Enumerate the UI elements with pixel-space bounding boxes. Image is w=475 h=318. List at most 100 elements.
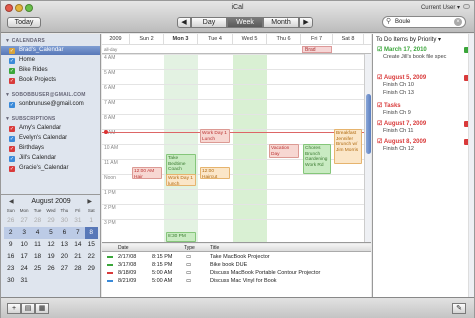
minical-day[interactable]: 27 [17,215,30,227]
minical-day[interactable]: 19 [44,251,57,263]
minical-day[interactable]: 23 [4,263,17,275]
minical-day[interactable] [44,275,57,287]
notifications-button[interactable]: ✎ [452,303,466,314]
minical-day[interactable]: 28 [71,263,84,275]
minical-day[interactable]: 27 [58,263,71,275]
calendar-item-brads[interactable]: ✓ Brad's_Calendar [1,46,100,55]
week-scrollbar[interactable] [364,54,371,242]
minical-day[interactable]: 9 [4,239,17,251]
todo-item[interactable]: Finish Ch 9 [383,110,465,117]
allday-event[interactable]: Brad Adams [302,46,332,53]
minical-day[interactable]: 30 [58,215,71,227]
day-view-button[interactable]: Day [191,17,227,28]
subscription-item-evelyn[interactable]: ✓ Evelyn's Calendar [9,134,99,143]
calendar-event[interactable]: Work Day 1 Lunch [200,129,230,143]
minical-day[interactable]: 6 [57,227,72,239]
calendar-item-book-projects[interactable]: ✓ Book Projects [9,76,99,85]
todo-sort-header[interactable]: To Do Items by Priority ▾ [376,36,441,43]
subscription-item-birthdays[interactable]: ✓ Birthdays [9,144,99,153]
minical-day[interactable]: 17 [17,251,30,263]
todo-item[interactable]: Finish Ch 11 [383,128,465,135]
minical-day[interactable]: 1 [85,215,98,227]
minical-day[interactable]: 21 [71,251,84,263]
list-row[interactable]: 2/17/08 8:15 PM ▭ Take MacBook Projector [102,253,371,261]
checkbox-icon[interactable]: ✓ [9,136,15,142]
checkbox-icon[interactable]: ✓ [9,68,15,74]
add-calendar-button[interactable]: + [7,303,21,314]
minical-day[interactable] [71,275,84,287]
subscriptions-header[interactable]: ▼ SUBSCRIPTIONS [5,116,55,122]
minical-day[interactable] [85,275,98,287]
minical-day[interactable]: 24 [17,263,30,275]
minical-day[interactable]: 11 [31,239,44,251]
show-minical-button[interactable]: ▦ [35,303,49,314]
list-row[interactable]: 3/17/08 8:15 PM ▭ Bike book DUE [102,261,371,269]
minical-day[interactable]: 31 [17,275,30,287]
calendar-item-home[interactable]: ✓ Home [9,56,99,65]
subscription-item-gracie[interactable]: ✓ Gracie's_Calendar [9,164,99,173]
checkbox-icon[interactable]: ✓ [9,156,15,162]
checkbox-icon[interactable]: ✓ [9,126,15,132]
prev-button[interactable]: ◀ [177,17,191,28]
minical-day[interactable]: 26 [44,263,57,275]
calendar-event[interactable]: Breakfast Jennifer Brunch w/ Jim Morris [334,129,362,164]
minical-day[interactable]: 30 [4,275,17,287]
todo-item[interactable]: Finish Ch 10 [383,82,465,89]
minical-day[interactable]: 10 [17,239,30,251]
todo-item[interactable]: Finish Ch 12 [383,146,465,153]
calendars-header[interactable]: ▼ CALENDARS [5,38,45,44]
checkbox-icon[interactable]: ✓ [9,58,15,64]
account-header[interactable]: ▼ SOBOBBUSER@GMAIL.COM [5,92,86,98]
calendar-event[interactable]: Vacation Day [269,144,299,158]
date-column-header[interactable]: Date [118,244,129,252]
day-header-wed[interactable]: Wed 5 [233,34,267,44]
minical-day[interactable]: 7 [71,227,85,239]
day-header-mon[interactable]: Mon 3 [164,34,198,44]
minical-day[interactable]: 16 [4,251,17,263]
subscription-item-amy[interactable]: ✓ Amy's Calendar [9,124,99,133]
calendar-event[interactable]: Chores Brunch Gardening Work Rd [303,144,331,174]
minical-day[interactable]: 3 [17,227,31,239]
minical-day[interactable]: 29 [85,263,98,275]
minical-day[interactable]: 29 [44,215,57,227]
minical-day[interactable]: 18 [31,251,44,263]
minical-day[interactable] [58,275,71,287]
minical-day[interactable]: 14 [71,239,84,251]
title-column-header[interactable]: Title [210,244,219,252]
calendar-event[interactable]: 12:00 Haircut [200,167,230,179]
calendar-event[interactable]: Take Bedtime Coach [166,154,196,176]
today-button[interactable]: Today [7,17,41,28]
subscription-item-jill[interactable]: ✓ Jill's Calendar [9,154,99,163]
day-header-sat[interactable]: Sat 8 [333,34,364,44]
calendar-event[interactable]: Work Day 1 lunch [166,174,196,186]
minical-day[interactable] [31,275,44,287]
checkbox-icon[interactable]: ✓ [9,102,15,108]
minical-day[interactable]: 5 [44,227,58,239]
minical-day[interactable]: 31 [71,215,84,227]
calendar-event[interactable]: 12:00 AM Hair [132,167,162,179]
list-row[interactable]: 8/21/09 5:00 AM ▭ Discuss Mac Vinyl for … [102,277,371,285]
checkbox-icon[interactable]: ✓ [9,166,15,172]
todo-item[interactable]: Create Jill's book file spec [383,54,465,61]
day-header-fri[interactable]: Fri 7 [301,34,333,44]
minical-day[interactable]: 28 [31,215,44,227]
week-view-button[interactable]: Week [227,17,263,28]
calendar-event[interactable]: 8:30 PM [166,232,196,242]
search-field[interactable]: ⚲ Boule × [382,16,466,28]
todo-item[interactable]: Finish Ch 13 [383,90,465,97]
type-column-header[interactable]: Type [184,244,195,252]
checkbox-icon[interactable]: ✓ [9,48,15,54]
day-header-sun[interactable]: Sun 2 [130,34,164,44]
month-view-button[interactable]: Month [263,17,299,28]
current-user-menu[interactable]: Current User ▾ [421,4,460,11]
minical-day[interactable]: 26 [4,215,17,227]
minical-day[interactable]: 13 [58,239,71,251]
minical-day[interactable]: 20 [58,251,71,263]
minical-day[interactable]: 22 [85,251,98,263]
minical-next-icon[interactable]: ▶ [87,198,92,205]
minical-day[interactable]: 12 [44,239,57,251]
calendar-item-bike-rides[interactable]: ✓ Bike Rides [9,66,99,75]
day-header-thu[interactable]: Thu 6 [267,34,301,44]
minical-day[interactable]: 25 [31,263,44,275]
minical-day-today[interactable]: 8 [84,227,98,239]
